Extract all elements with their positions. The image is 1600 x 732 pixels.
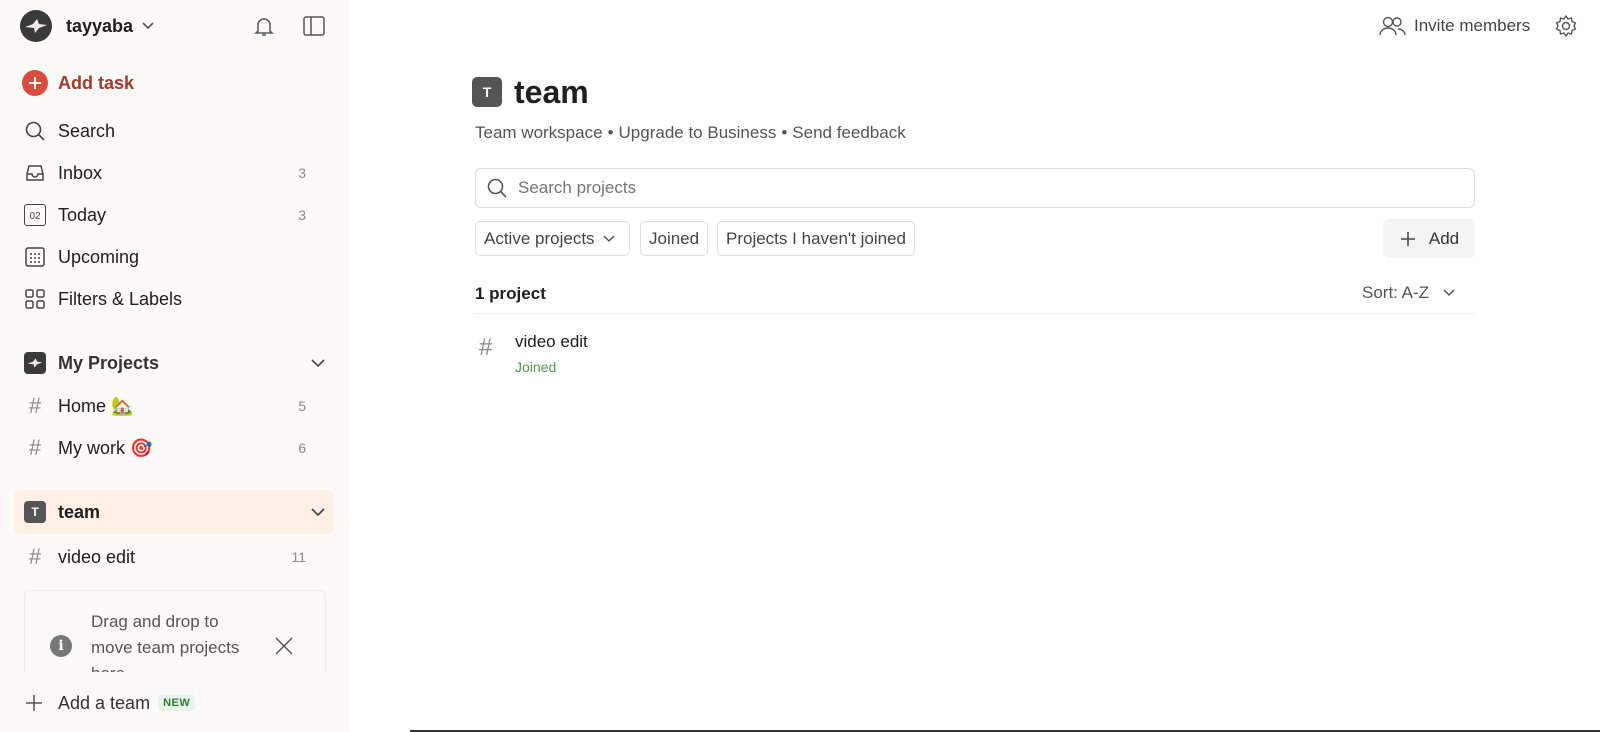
project-name: video edit: [515, 332, 588, 351]
add-task-button[interactable]: Add task: [22, 68, 134, 98]
sidebar-item-video-edit[interactable]: # video edit 11: [14, 538, 334, 576]
hash-icon: #: [28, 435, 42, 460]
search-input[interactable]: [518, 178, 1418, 198]
project-row[interactable]: # video edit Joined: [475, 322, 1475, 382]
sidebar-item-label: Today: [58, 204, 107, 225]
workspace-meta: Team workspace • Upgrade to Business • S…: [475, 123, 906, 143]
sidebar: tayyaba Add task Search Inbox 3 02 Today…: [0, 0, 350, 732]
chevron-down-icon[interactable]: [310, 358, 326, 368]
add-team-button[interactable]: Add a team NEW: [24, 690, 324, 716]
avatar: [24, 352, 46, 374]
hash-icon: #: [479, 334, 493, 361]
plus-icon: [22, 70, 48, 96]
project-status: Joined: [515, 359, 557, 375]
main-content: Invite members T team Team workspace • U…: [350, 0, 1600, 732]
sidebar-item-label: video edit: [58, 546, 136, 567]
calendar-icon: 02: [24, 204, 46, 226]
workspace-avatar: T: [472, 77, 502, 107]
sort-dropdown[interactable]: Sort: A-Z: [1362, 282, 1455, 304]
team-header[interactable]: T team: [14, 490, 334, 534]
hash-icon: #: [28, 393, 42, 418]
divider: [475, 313, 1475, 314]
team-avatar: T: [24, 501, 46, 523]
sidebar-item-label: Filters & Labels: [58, 288, 183, 309]
sidebar-item-home[interactable]: # Home 🏡 5: [14, 387, 334, 425]
user-menu[interactable]: tayyaba: [20, 10, 155, 42]
gear-icon[interactable]: [1554, 14, 1578, 38]
filter-not-joined[interactable]: Projects I haven't joined: [717, 221, 915, 256]
workspace-type: Team workspace: [475, 123, 603, 142]
sidebar-item-label: Upcoming: [58, 246, 140, 267]
new-badge: NEW: [158, 695, 196, 711]
tip-card: i Drag and drop to move team projects he…: [24, 590, 326, 672]
sidebar-toggle-icon[interactable]: [302, 14, 326, 38]
plus-icon: [24, 693, 44, 713]
people-icon: [1378, 15, 1406, 37]
chevron-down-icon: [141, 21, 155, 31]
team-label: team: [58, 501, 101, 522]
search-icon: [486, 177, 508, 199]
sidebar-item-filters-labels[interactable]: Filters & Labels: [14, 280, 334, 318]
add-project-button[interactable]: Add: [1383, 219, 1475, 258]
close-icon[interactable]: [273, 635, 295, 657]
inbox-icon: [24, 162, 46, 184]
chevron-down-icon[interactable]: [310, 507, 326, 517]
my-projects-label: My Projects: [58, 352, 160, 373]
feedback-link[interactable]: Send feedback: [792, 123, 905, 143]
filters-icon: [24, 288, 46, 310]
page-title: team: [514, 73, 589, 110]
upcoming-icon: [24, 246, 46, 268]
sidebar-item-inbox[interactable]: Inbox 3: [14, 154, 334, 192]
task-count: 3: [298, 165, 306, 181]
search-box[interactable]: [475, 168, 1475, 208]
avatar: [20, 10, 52, 42]
sidebar-item-label: Inbox: [58, 162, 103, 183]
sidebar-item-label: Search: [58, 120, 116, 141]
active-projects-dropdown[interactable]: Active projects: [475, 221, 630, 256]
sidebar-item-label: My work 🎯: [58, 437, 153, 458]
upgrade-link[interactable]: Upgrade to Business: [619, 123, 777, 143]
user-name: tayyaba: [66, 15, 134, 36]
sidebar-item-today[interactable]: 02 Today 3: [14, 196, 334, 234]
info-icon: i: [50, 635, 72, 657]
sidebar-item-upcoming[interactable]: Upcoming: [14, 238, 334, 276]
invite-label: Invite members: [1414, 16, 1531, 35]
task-count: 11: [291, 549, 306, 565]
my-projects-header[interactable]: My Projects: [14, 344, 334, 382]
sidebar-item-search[interactable]: Search: [14, 112, 334, 150]
chevron-down-icon: [1443, 289, 1455, 297]
bell-icon[interactable]: [252, 14, 276, 38]
add-task-label: Add task: [58, 72, 135, 93]
plus-icon: [1399, 230, 1417, 248]
project-count: 1 project: [475, 284, 546, 303]
invite-members-button[interactable]: Invite members: [1378, 12, 1530, 40]
task-count: 5: [298, 398, 306, 414]
sidebar-item-my-work[interactable]: # My work 🎯 6: [14, 429, 334, 467]
workspace-title: T team: [472, 74, 589, 110]
hash-icon: #: [28, 544, 42, 569]
task-count: 6: [298, 440, 306, 456]
task-count: 3: [298, 207, 306, 223]
filter-joined[interactable]: Joined: [640, 221, 709, 256]
sidebar-item-label: Home 🏡: [58, 395, 134, 416]
search-icon: [24, 120, 46, 142]
add-team-label: Add a team: [58, 692, 151, 713]
chevron-down-icon: [603, 234, 615, 243]
tip-text: Drag and drop to move team projects here: [91, 612, 240, 672]
